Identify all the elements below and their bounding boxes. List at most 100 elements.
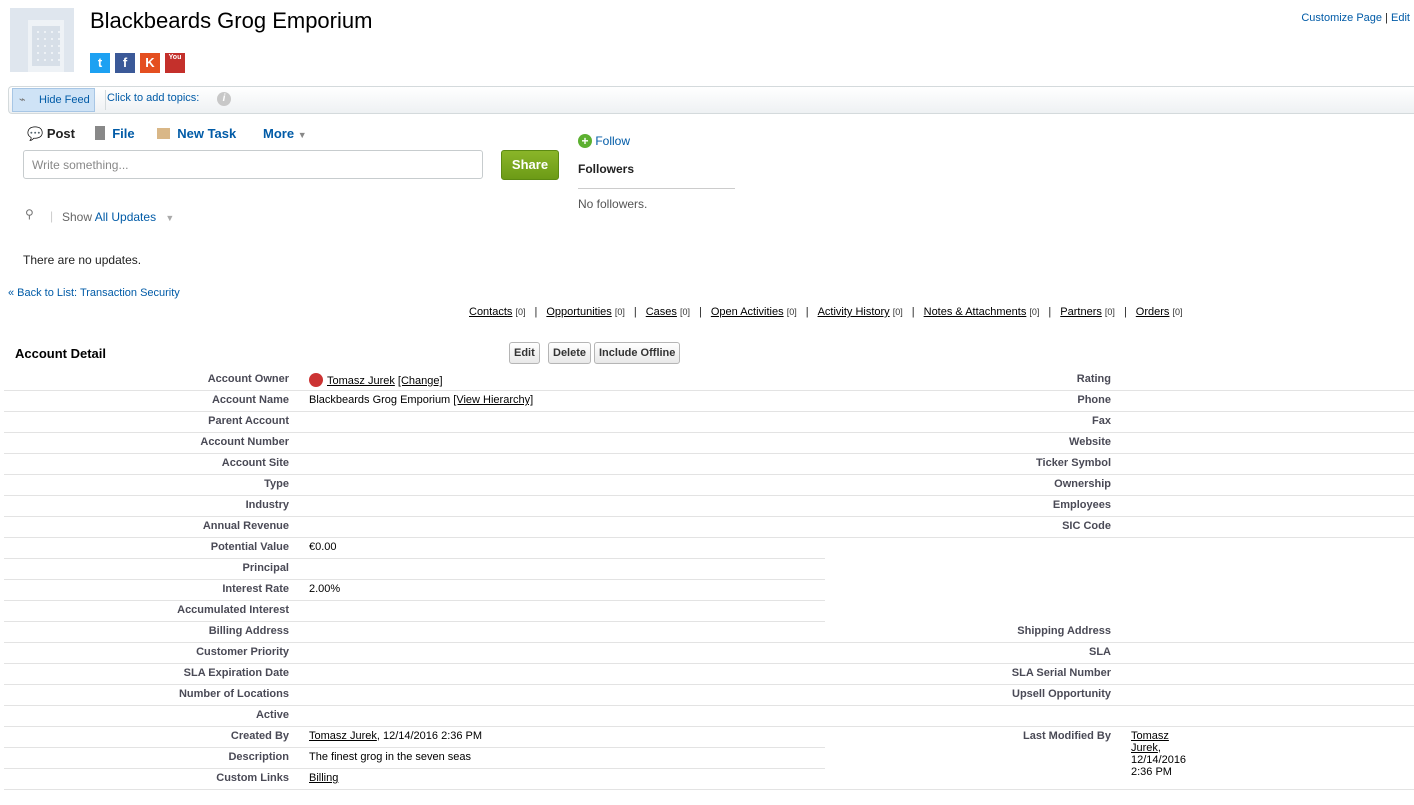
edit-button[interactable]: Edit <box>509 342 540 364</box>
detail-row: Number of Locations Upsell Opportunity <box>4 685 1414 706</box>
page-title: Blackbeards Grog Emporium <box>90 8 373 33</box>
field-label: SLA Expiration Date <box>183 667 289 679</box>
field-value: Billing <box>309 772 338 784</box>
detail-row: Account Name Blackbeards Grog Emporium [V… <box>4 391 1414 412</box>
detail-row: Account Owner Tomasz Jurek [Change] Rating <box>4 370 1414 391</box>
related-link[interactable]: Cases <box>646 306 677 318</box>
value-text: Blackbeards Grog Emporium <box>309 394 454 406</box>
value-text: 2.00% <box>309 583 341 595</box>
related-link[interactable]: Contacts <box>469 306 512 318</box>
hide-feed-button[interactable]: ⌁ Hide Feed <box>12 88 95 112</box>
field-label: SLA Serial Number <box>1011 667 1111 679</box>
section-title: Account Detail <box>15 346 107 361</box>
search-icon[interactable]: ⚲ <box>25 207 34 221</box>
field-label: Type <box>264 478 289 490</box>
field-label: Custom Links <box>216 772 289 784</box>
field-label: Customer Priority <box>196 646 289 658</box>
account-logo <box>10 8 74 72</box>
related-link[interactable]: Activity History <box>818 306 890 318</box>
value-link[interactable]: [Change] <box>398 375 443 387</box>
edit-layout-link[interactable]: Edit <box>1391 12 1410 24</box>
value-link[interactable]: Tomasz Jurek <box>1131 730 1169 754</box>
info-icon[interactable]: i <box>217 92 231 106</box>
no-followers-text: No followers. <box>578 197 648 211</box>
detail-row: Parent Account Fax <box>4 412 1414 433</box>
related-link[interactable]: Open Activities <box>711 306 784 318</box>
include-offline-button[interactable]: Include Offline <box>594 342 681 364</box>
detail-row: Billing Address Shipping Address <box>4 622 1414 643</box>
field-label: Accumulated Interest <box>177 604 289 616</box>
field-label: Account Site <box>221 457 289 469</box>
klout-icon[interactable]: K <box>140 53 160 73</box>
field-label: Potential Value <box>210 541 289 553</box>
detail-row: Potential Value €0.00 <box>4 538 825 559</box>
field-label: Rating <box>1076 373 1111 385</box>
field-label: SLA <box>1089 646 1111 658</box>
value-link[interactable]: Billing <box>309 772 338 784</box>
field-label: Employees <box>1052 499 1111 511</box>
more-tab[interactable]: More ▼ <box>263 126 307 141</box>
field-label: Description <box>228 751 289 763</box>
value-link[interactable]: Tomasz Jurek <box>327 375 395 387</box>
detail-row: Annual Revenue SIC Code <box>4 517 1414 538</box>
value-text: , 12/14/2016 2:36 PM <box>376 730 483 742</box>
field-label: Parent Account <box>208 415 289 427</box>
feed-filter[interactable]: Show All Updates ▼ <box>62 210 174 224</box>
twitter-icon[interactable]: t <box>90 53 110 73</box>
value-text: The finest grog in the seven seas <box>309 751 472 763</box>
field-value: 2.00% <box>309 583 340 595</box>
related-link[interactable]: Orders <box>1136 306 1170 318</box>
youtube-icon[interactable]: You <box>165 53 185 73</box>
pulse-icon: ⌁ <box>19 94 26 106</box>
field-label: Industry <box>245 499 289 511</box>
field-label: Interest Rate <box>222 583 289 595</box>
detail-row: Account Number Website <box>4 433 1414 454</box>
detail-row: Created By Tomasz Jurek, 12/14/2016 2:36 … <box>4 727 1186 778</box>
facebook-icon[interactable]: f <box>115 53 135 73</box>
value-link[interactable]: Tomasz Jurek <box>309 730 377 742</box>
owner-avatar-icon <box>309 373 323 387</box>
post-tab[interactable]: 💬 Post <box>27 126 75 142</box>
no-updates-text: There are no updates. <box>23 253 142 267</box>
related-link[interactable]: Notes & Attachments <box>924 306 1027 318</box>
field-label: Active <box>255 709 289 721</box>
field-label: Upsell Opportunity <box>1012 688 1111 700</box>
field-label: Ownership <box>1054 478 1111 490</box>
chat-bubble-icon: 💬 <box>27 126 44 141</box>
field-label: Annual Revenue <box>202 520 289 532</box>
field-label: Account Owner <box>207 373 289 385</box>
add-topics-link[interactable]: Click to add topics: <box>107 92 199 104</box>
chevron-down-icon: ▼ <box>297 130 307 140</box>
post-input[interactable]: Write something... <box>23 150 483 179</box>
field-label: Principal <box>242 562 289 574</box>
value-link[interactable]: [View Hierarchy] <box>453 394 533 406</box>
follow-button[interactable]: + Follow <box>578 134 630 148</box>
delete-button[interactable]: Delete <box>548 342 592 364</box>
detail-row: Accumulated Interest <box>4 601 825 622</box>
related-link[interactable]: Partners <box>1060 306 1102 318</box>
feed-toolbar: ⌁ Hide Feed Click to add topics: i <box>8 86 1414 114</box>
field-label: Ticker Symbol <box>1036 457 1111 469</box>
field-label: Last Modified By <box>1022 730 1111 742</box>
field-label: SIC Code <box>1062 520 1111 532</box>
detail-row: Industry Employees <box>4 496 1414 517</box>
related-list-links: Contacts [0] | Opportunities [0] | Cases [0]… <box>469 306 1183 318</box>
detail-row: Custom Links Billing <box>4 769 1414 790</box>
detail-row: Account Site Ticker Symbol <box>4 454 1414 475</box>
field-label: Billing Address <box>208 625 289 637</box>
new-task-tab[interactable]: New Task <box>157 126 236 141</box>
back-to-list-link[interactable]: « Back to List: Transaction Security <box>8 287 180 299</box>
detail-row: Interest Rate 2.00% <box>4 580 825 601</box>
file-icon <box>95 126 105 140</box>
customize-page-link[interactable]: Customize Page <box>1301 12 1382 24</box>
share-button[interactable]: Share <box>501 150 559 180</box>
related-link[interactable]: Opportunities <box>546 306 611 318</box>
top-links: Customize Page | Edit <box>1301 12 1410 24</box>
field-label: Number of Locations <box>178 688 289 700</box>
field-value: Tomasz Jurek [Change] <box>309 373 443 387</box>
field-value: The finest grog in the seven seas <box>309 751 471 763</box>
field-label: Account Name <box>211 394 289 406</box>
field-label: Website <box>1069 436 1111 448</box>
file-tab[interactable]: File <box>95 126 135 141</box>
detail-row: Customer Priority SLA <box>4 643 1414 664</box>
